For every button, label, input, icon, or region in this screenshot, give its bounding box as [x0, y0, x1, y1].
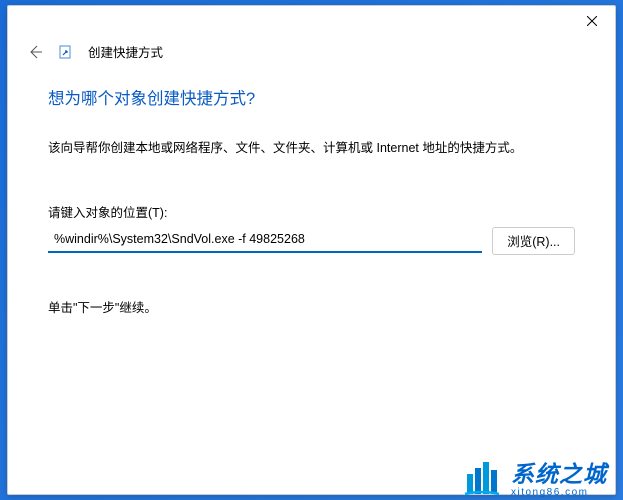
- watermark: 系统之城 xitong86.com: [461, 455, 607, 498]
- close-button[interactable]: [569, 6, 615, 36]
- titlebar: [8, 6, 615, 38]
- location-label: 请键入对象的位置(T):: [48, 202, 575, 221]
- description-text: 该向导帮你创建本地或网络程序、文件、文件夹、计算机或 Internet 地址的快…: [48, 139, 575, 158]
- browse-button[interactable]: 浏览(R)...: [492, 227, 575, 255]
- back-button[interactable]: [26, 43, 44, 61]
- watermark-main: 系统之城: [511, 455, 607, 489]
- location-input[interactable]: [48, 227, 482, 253]
- back-arrow-icon: [27, 44, 43, 60]
- watermark-sub: xitong86.com: [511, 487, 607, 498]
- window-title: 创建快捷方式: [88, 42, 163, 61]
- create-shortcut-dialog: 创建快捷方式 想为哪个对象创建快捷方式? 该向导帮你创建本地或网络程序、文件、文…: [7, 5, 616, 495]
- input-row: 浏览(R)...: [48, 227, 575, 255]
- content-area: 想为哪个对象创建快捷方式? 该向导帮你创建本地或网络程序、文件、文件夹、计算机或…: [8, 61, 615, 316]
- watermark-logo-icon: [461, 456, 503, 498]
- instruction-text: 单击"下一步"继续。: [48, 297, 575, 316]
- watermark-text: 系统之城 xitong86.com: [511, 455, 607, 498]
- shortcut-wizard-icon: [58, 44, 74, 60]
- header-row: 创建快捷方式: [8, 38, 615, 61]
- main-heading: 想为哪个对象创建快捷方式?: [48, 85, 575, 109]
- close-icon: [587, 16, 597, 26]
